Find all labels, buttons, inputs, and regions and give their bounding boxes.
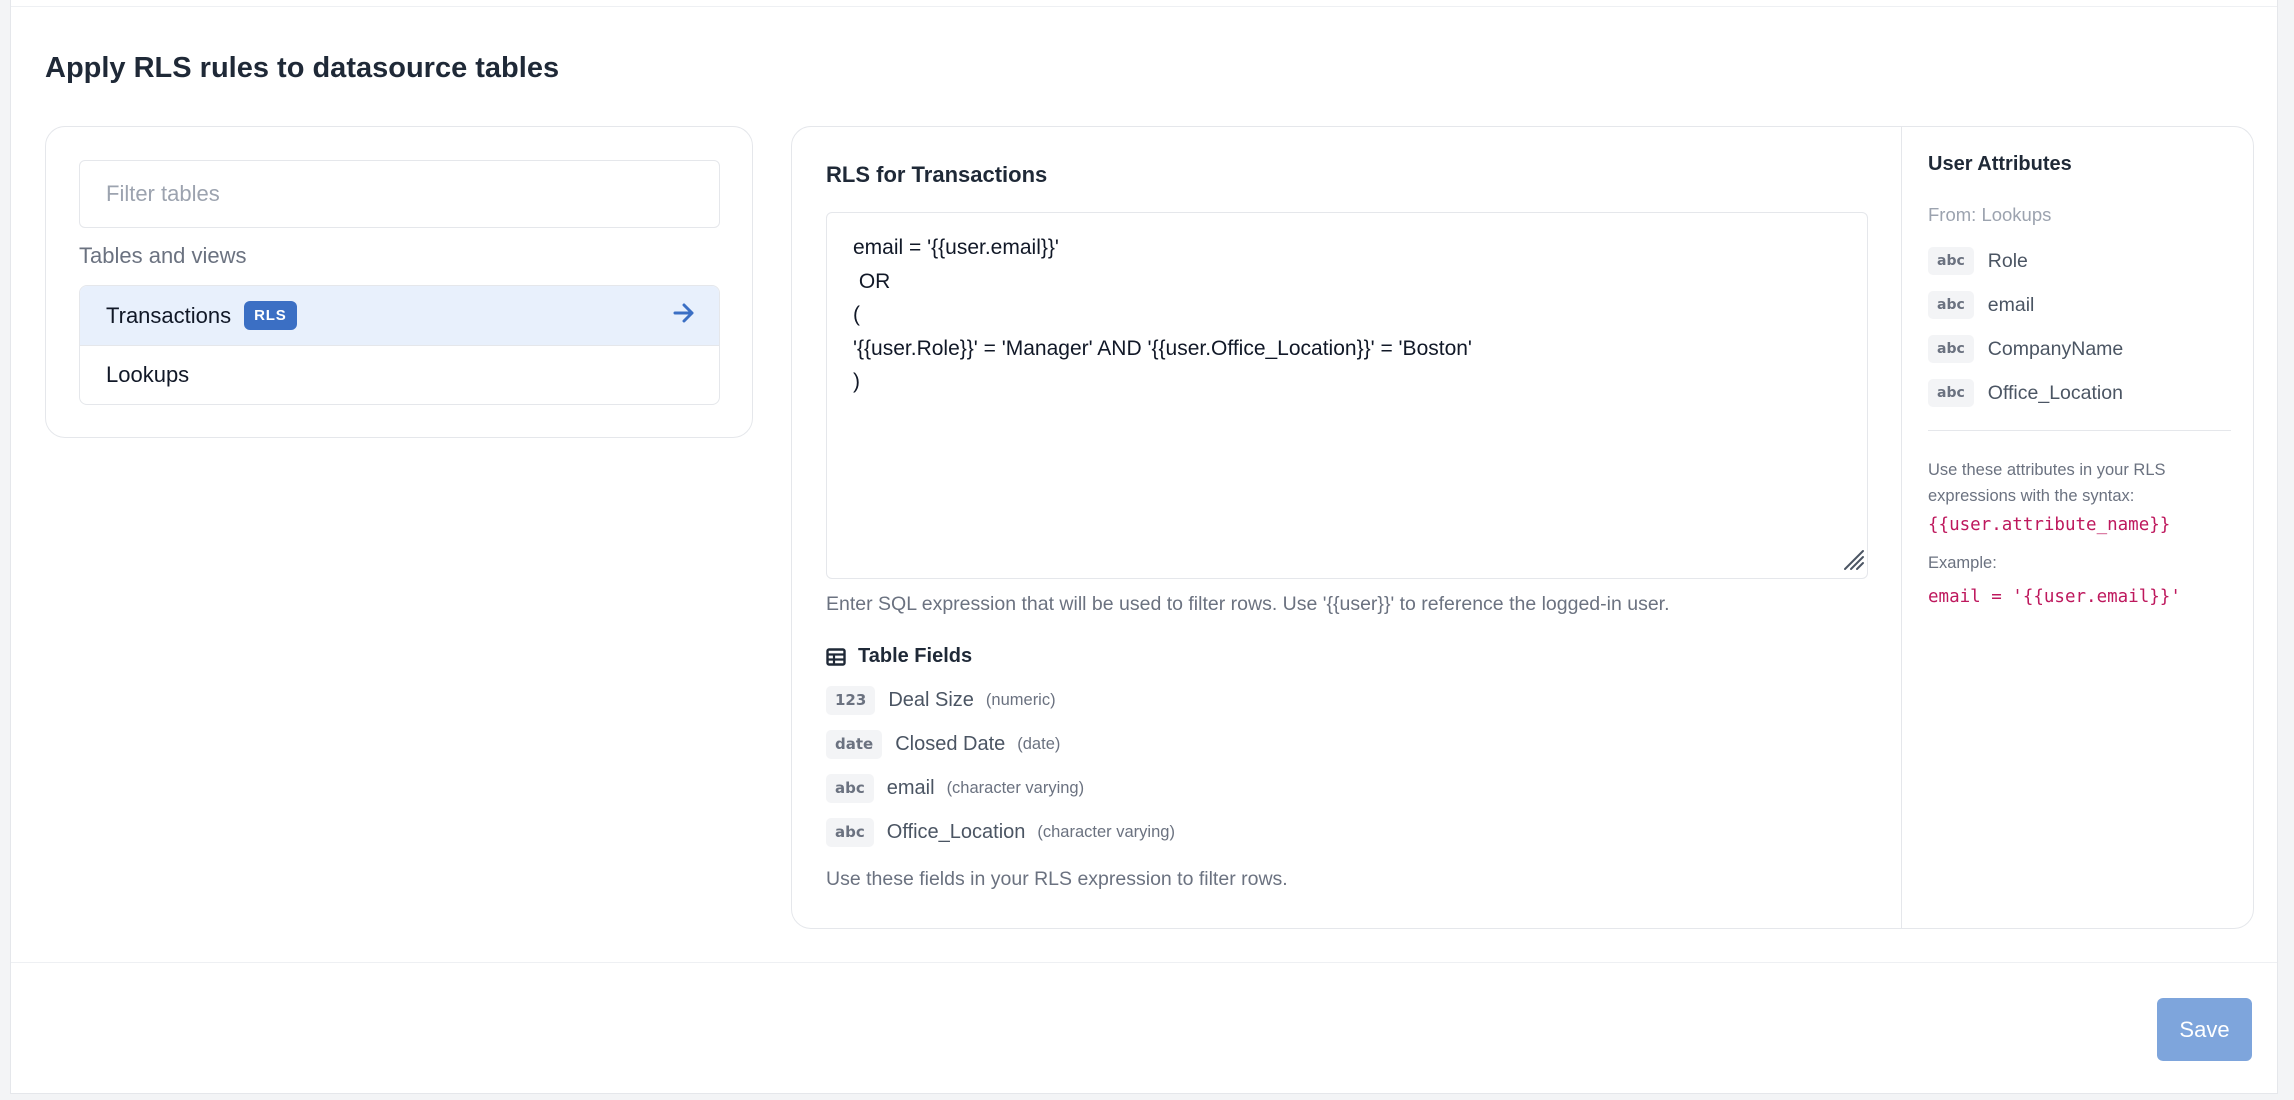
tables-panel: Tables and views Transactions RLS Lookup…: [45, 126, 753, 438]
table-field-row: date Closed Date (date): [826, 722, 1175, 766]
field-type-tag: abc: [826, 817, 874, 847]
table-field-list: 123 Deal Size (numeric) date Closed Date…: [826, 678, 1175, 854]
table-item-label: Lookups: [106, 362, 190, 387]
table-grid-icon: [826, 647, 846, 666]
save-button[interactable]: Save: [2157, 998, 2252, 1061]
top-divider: [11, 6, 2277, 7]
table-item-transactions[interactable]: Transactions RLS: [80, 286, 719, 345]
user-attribute-list: abc Role abc email abc CompanyName abc O…: [1928, 239, 2123, 415]
table-item-lookups[interactable]: Lookups: [80, 345, 719, 404]
attribute-syntax-code: {{user.attribute_name}}: [1928, 515, 2171, 535]
field-datatype: (character varying): [946, 778, 1085, 797]
attribute-name: CompanyName: [1987, 337, 2124, 360]
example-code: email = '{{user.email}}': [1928, 587, 2181, 607]
field-type-tag: abc: [826, 773, 874, 803]
table-list: Transactions RLS Lookups: [79, 285, 720, 405]
editor-title: RLS for Transactions: [826, 162, 1048, 187]
table-fields-header: Table Fields: [826, 645, 972, 668]
user-attribute-row: abc Office_Location: [1928, 371, 2123, 415]
editor-column: RLS for Transactions email = '{{user.ema…: [792, 127, 1901, 928]
field-type-tag: date: [826, 729, 883, 759]
attribute-type-tag: abc: [1928, 335, 1974, 363]
attributes-help-text: Use these attributes in your RLS express…: [1928, 461, 2166, 505]
field-type-tag: 123: [826, 685, 876, 715]
field-name: email: [886, 776, 935, 799]
attribute-name: email: [1987, 293, 2035, 316]
rls-badge: RLS: [244, 301, 297, 330]
sql-expression-editor[interactable]: email = '{{user.email}}' OR ( '{{user.Ro…: [826, 212, 1868, 579]
sql-expression-text[interactable]: email = '{{user.email}}' OR ( '{{user.Ro…: [853, 231, 1472, 399]
page-title: Apply RLS rules to datasource tables: [45, 52, 560, 84]
rls-editor-panel: RLS for Transactions email = '{{user.ema…: [791, 126, 2254, 929]
field-datatype: (numeric): [985, 690, 1056, 709]
attribute-name: Role: [1987, 249, 2028, 272]
user-attributes-panel: User Attributes From: Lookups abc Role a…: [1901, 127, 2253, 928]
attribute-type-tag: abc: [1928, 379, 1974, 407]
field-name: Office_Location: [886, 820, 1026, 843]
sql-helper-text: Enter SQL expression that will be used t…: [826, 593, 1670, 615]
table-field-row: abc email (character varying): [826, 766, 1175, 810]
example-label: Example:: [1928, 554, 1997, 572]
attribute-name: Office_Location: [1987, 381, 2123, 404]
user-attributes-title: User Attributes: [1928, 153, 2072, 175]
user-attribute-row: abc CompanyName: [1928, 327, 2123, 371]
filter-tables-input[interactable]: [79, 160, 720, 228]
attributes-divider: [1928, 430, 2231, 431]
tables-section-label: Tables and views: [79, 243, 247, 268]
table-field-row: abc Office_Location (character varying): [826, 810, 1175, 854]
footer-divider: [11, 962, 2277, 963]
field-name: Closed Date: [895, 732, 1006, 755]
arrow-right-icon: [673, 303, 695, 329]
field-datatype: (character varying): [1037, 822, 1175, 841]
table-fields-title: Table Fields: [858, 645, 973, 667]
user-attribute-row: abc email: [1928, 283, 2123, 327]
attribute-type-tag: abc: [1928, 291, 1974, 319]
rls-modal: Apply RLS rules to datasource tables Tab…: [10, 0, 2278, 1094]
user-attributes-source: From: Lookups: [1928, 204, 2052, 225]
field-name: Deal Size: [888, 688, 974, 711]
field-datatype: (date): [1017, 734, 1061, 753]
user-attribute-row: abc Role: [1928, 239, 2123, 283]
attribute-type-tag: abc: [1928, 247, 1974, 275]
table-item-label: Transactions: [106, 302, 232, 328]
table-fields-footer: Use these fields in your RLS expression …: [826, 868, 1288, 890]
resize-handle-icon[interactable]: [1841, 547, 1865, 576]
table-field-row: 123 Deal Size (numeric): [826, 678, 1175, 722]
